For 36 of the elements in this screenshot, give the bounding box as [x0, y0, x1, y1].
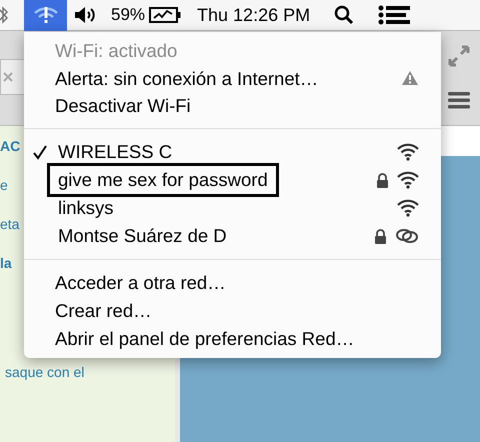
network-item[interactable]: linksys	[24, 194, 441, 222]
page-text: la	[0, 254, 12, 273]
lock-icon	[374, 228, 387, 244]
menu-item[interactable]: Desactivar Wi-Fi	[24, 92, 441, 119]
linked-rings-icon	[395, 228, 419, 244]
wifi-menu-icon[interactable]	[24, 0, 67, 30]
network-name: Montse Suárez de D	[57, 224, 228, 248]
menu-item[interactable]: Alerta: sin conexión a Internet…	[24, 65, 441, 92]
battery-percentage: 59%	[111, 4, 146, 26]
menu-item[interactable]: Crear red…	[24, 297, 441, 325]
network-name: give me sex for password	[47, 163, 279, 197]
network-name: linksys	[57, 196, 115, 220]
list-icon[interactable]	[378, 5, 410, 25]
network-name: WIRELESS C	[57, 140, 174, 164]
wifi-status: Wi-Fi: activado	[55, 39, 178, 64]
menu-item[interactable]: Abrir el panel de preferencias Red…	[24, 325, 441, 353]
bluetooth-icon[interactable]	[0, 5, 8, 25]
search-icon[interactable]	[334, 5, 354, 25]
page-text: eta	[0, 215, 20, 234]
network-item[interactable]: WIRELESS C	[24, 138, 441, 166]
network-item[interactable]: Montse Suárez de D	[24, 222, 441, 250]
warning-icon	[401, 70, 419, 86]
page-text: e	[0, 176, 8, 195]
battery-charging-icon[interactable]	[149, 6, 182, 24]
lock-icon	[376, 172, 389, 188]
page-text: saque con el	[4, 363, 84, 382]
network-item[interactable]: give me sex for password	[24, 166, 441, 194]
speaker-icon[interactable]	[73, 6, 97, 24]
clock[interactable]: Thu 12:26 PM	[197, 2, 310, 28]
menu-item[interactable]: Acceder a otra red…	[24, 269, 441, 297]
page-text: AC	[0, 137, 20, 156]
menu-icon[interactable]	[448, 91, 470, 109]
wifi-icon	[397, 171, 419, 189]
wifi-icon	[397, 143, 419, 161]
expand-icon[interactable]	[448, 45, 470, 67]
wifi-icon	[397, 199, 419, 217]
